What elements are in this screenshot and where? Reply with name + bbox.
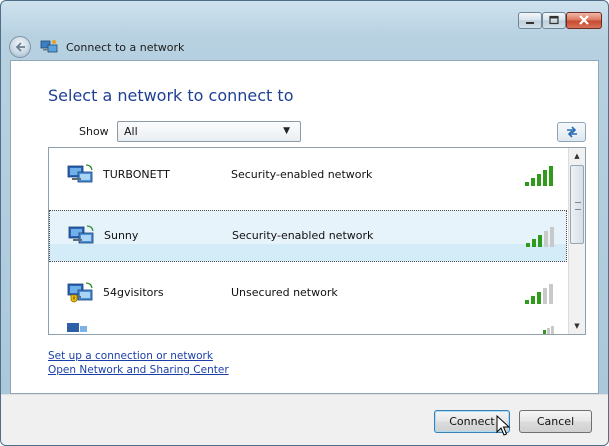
network-icon (40, 40, 58, 53)
signal-strength-icon (525, 166, 553, 186)
network-sharing-center-link[interactable]: Open Network and Sharing Center (48, 364, 229, 376)
wireless-network-icon (67, 164, 93, 183)
page-heading: Select a network to connect to (48, 86, 294, 105)
network-item[interactable]: 54gvisitors Unsecured network (49, 268, 567, 320)
partial-network-icon (67, 323, 87, 332)
content-panel: Select a network to connect to Show All … (10, 60, 599, 394)
network-security: Security-enabled network (231, 168, 373, 181)
cancel-button[interactable]: Cancel (519, 410, 592, 433)
show-filter-dropdown[interactable]: All ▼ (117, 121, 301, 142)
network-name: 54gvisitors (103, 286, 164, 299)
wireless-network-icon (67, 282, 93, 303)
title-bar: Connect to a network (1, 1, 608, 59)
wireless-network-icon (68, 225, 94, 244)
signal-strength-icon (525, 284, 553, 304)
back-arrow-icon (15, 42, 25, 52)
network-list-scrollbar[interactable]: ▲ ▼ (568, 148, 585, 334)
show-label: Show (79, 125, 109, 138)
signal-strength-icon (526, 227, 554, 247)
network-item[interactable]: TURBONETT Security-enabled network (49, 150, 567, 202)
connect-to-network-window: Connect to a network Select a network to… (0, 0, 609, 446)
back-button[interactable] (9, 36, 31, 58)
grip-icon (575, 202, 581, 210)
setup-connection-link[interactable]: Set up a connection or network (48, 350, 213, 362)
close-icon (579, 15, 589, 25)
minimize-icon (526, 22, 534, 24)
selection-highlight (50, 244, 566, 261)
scroll-up-arrow-icon[interactable]: ▲ (569, 148, 585, 164)
close-button[interactable] (566, 12, 602, 29)
mouse-pointer-icon (496, 415, 510, 436)
maximize-button[interactable] (542, 12, 566, 29)
network-name: Sunny (104, 229, 139, 242)
scroll-down-arrow-icon[interactable]: ▼ (569, 318, 585, 334)
refresh-button[interactable] (557, 122, 586, 142)
refresh-icon (567, 126, 577, 138)
network-security: Unsecured network (231, 286, 338, 299)
network-name: TURBONETT (103, 168, 170, 181)
show-filter-value: All (124, 125, 138, 138)
button-bar: Connect Cancel (1, 394, 608, 445)
minimize-button[interactable] (518, 12, 542, 29)
chevron-down-icon: ▼ (283, 126, 290, 136)
network-security: Security-enabled network (232, 229, 374, 242)
network-list: TURBONETT Security-enabled network Sunny Se… (48, 147, 586, 335)
window-title: Connect to a network (66, 41, 185, 54)
partial-signal-icon (543, 326, 554, 334)
maximize-icon (549, 15, 559, 25)
network-item[interactable]: Sunny Security-enabled network (49, 210, 567, 262)
scrollbar-thumb[interactable] (570, 165, 584, 244)
